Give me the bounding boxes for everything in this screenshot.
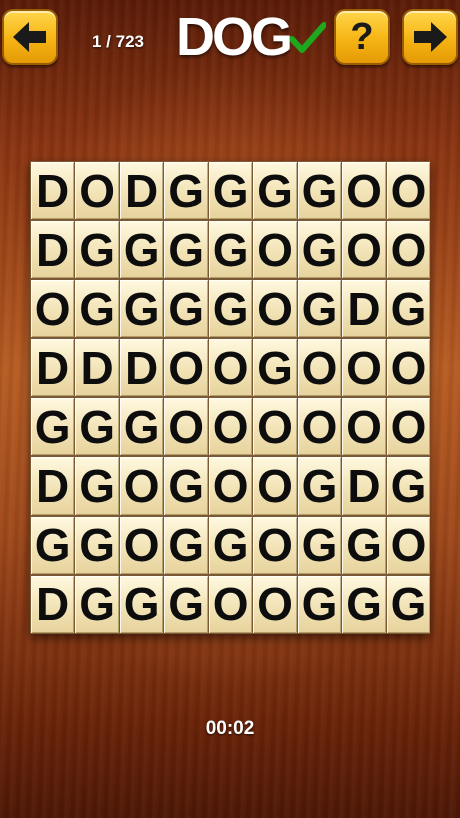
letter-tile[interactable]: G: [386, 457, 431, 515]
letter-tile[interactable]: D: [119, 339, 164, 397]
letter-tile[interactable]: O: [386, 516, 431, 574]
letter-tile[interactable]: D: [342, 280, 386, 338]
letter-tile[interactable]: G: [386, 280, 431, 338]
letter-tile[interactable]: O: [31, 280, 75, 338]
next-button[interactable]: [402, 9, 458, 65]
letter-tile[interactable]: O: [208, 398, 253, 456]
letter-tile[interactable]: D: [75, 339, 119, 397]
timer: 00:02: [205, 718, 255, 739]
letter-tile[interactable]: G: [342, 516, 386, 574]
letter-tile[interactable]: G: [119, 575, 164, 633]
letter-tile[interactable]: D: [119, 162, 164, 220]
letter-tile[interactable]: D: [31, 162, 75, 220]
letter-tile[interactable]: O: [386, 339, 431, 397]
letter-tile[interactable]: G: [386, 575, 431, 633]
letter-tile[interactable]: G: [75, 398, 119, 456]
letter-tile[interactable]: O: [119, 516, 164, 574]
letter-tile[interactable]: G: [208, 221, 253, 279]
target-word: DOG: [176, 7, 293, 67]
letter-tile[interactable]: G: [31, 398, 75, 456]
letter-tile[interactable]: G: [164, 575, 208, 633]
letter-tile[interactable]: O: [386, 221, 431, 279]
letter-tile[interactable]: O: [253, 280, 297, 338]
arrow-right-icon: [414, 22, 447, 52]
letter-tile[interactable]: G: [164, 162, 208, 220]
letter-tile[interactable]: G: [297, 457, 342, 515]
letter-tile[interactable]: D: [31, 457, 75, 515]
letter-tile[interactable]: O: [342, 221, 386, 279]
letter-tile[interactable]: G: [75, 516, 119, 574]
letter-tile[interactable]: G: [297, 162, 342, 220]
help-button[interactable]: ?: [334, 9, 390, 65]
letter-tile[interactable]: O: [253, 398, 297, 456]
letter-tile[interactable]: O: [386, 162, 431, 220]
letter-tile[interactable]: O: [342, 398, 386, 456]
checkmark-icon: [290, 22, 326, 53]
letter-tile[interactable]: G: [75, 575, 119, 633]
letter-tile[interactable]: O: [342, 162, 386, 220]
letter-tile[interactable]: G: [208, 162, 253, 220]
letter-tile[interactable]: D: [31, 339, 75, 397]
letter-tile[interactable]: G: [297, 221, 342, 279]
letter-tile[interactable]: G: [75, 457, 119, 515]
letter-tile[interactable]: O: [119, 457, 164, 515]
letter-grid: DODGGGGOODGGGGOGOOOGGGGOGDGDDDOOGOOOGGGO…: [31, 162, 431, 633]
letter-tile[interactable]: O: [253, 221, 297, 279]
letter-tile[interactable]: G: [31, 516, 75, 574]
arrow-left-icon: [13, 22, 46, 52]
letter-tile[interactable]: G: [75, 221, 119, 279]
back-button[interactable]: [2, 9, 58, 65]
letter-tile[interactable]: O: [253, 457, 297, 515]
letter-tile[interactable]: O: [253, 575, 297, 633]
letter-tile[interactable]: G: [297, 280, 342, 338]
letter-tile[interactable]: G: [253, 162, 297, 220]
letter-tile[interactable]: G: [297, 516, 342, 574]
letter-tile[interactable]: G: [75, 280, 119, 338]
letter-tile[interactable]: G: [164, 280, 208, 338]
letter-tile[interactable]: D: [342, 457, 386, 515]
letter-tile[interactable]: O: [342, 339, 386, 397]
question-mark-icon: ?: [350, 16, 374, 58]
letter-tile[interactable]: O: [297, 398, 342, 456]
letter-tile[interactable]: O: [253, 516, 297, 574]
letter-tile[interactable]: G: [119, 398, 164, 456]
letter-tile[interactable]: O: [297, 339, 342, 397]
letter-tile[interactable]: D: [31, 575, 75, 633]
letter-board: DODGGGGOODGGGGOGOOOGGGGOGDGDDDOOGOOOGGGO…: [30, 161, 431, 634]
letter-tile[interactable]: O: [208, 457, 253, 515]
letter-tile[interactable]: G: [208, 280, 253, 338]
letter-tile[interactable]: O: [75, 162, 119, 220]
level-counter: 1 / 723: [92, 32, 144, 51]
letter-tile[interactable]: O: [164, 398, 208, 456]
letter-tile[interactable]: O: [208, 575, 253, 633]
letter-tile[interactable]: O: [208, 339, 253, 397]
letter-tile[interactable]: G: [119, 221, 164, 279]
letter-tile[interactable]: G: [342, 575, 386, 633]
letter-tile[interactable]: G: [297, 575, 342, 633]
letter-tile[interactable]: O: [164, 339, 208, 397]
letter-tile[interactable]: G: [164, 457, 208, 515]
letter-tile[interactable]: G: [253, 339, 297, 397]
letter-tile[interactable]: G: [208, 516, 253, 574]
letter-tile[interactable]: D: [31, 221, 75, 279]
letter-tile[interactable]: G: [164, 221, 208, 279]
letter-tile[interactable]: O: [386, 398, 431, 456]
letter-tile[interactable]: G: [119, 280, 164, 338]
letter-tile[interactable]: G: [164, 516, 208, 574]
